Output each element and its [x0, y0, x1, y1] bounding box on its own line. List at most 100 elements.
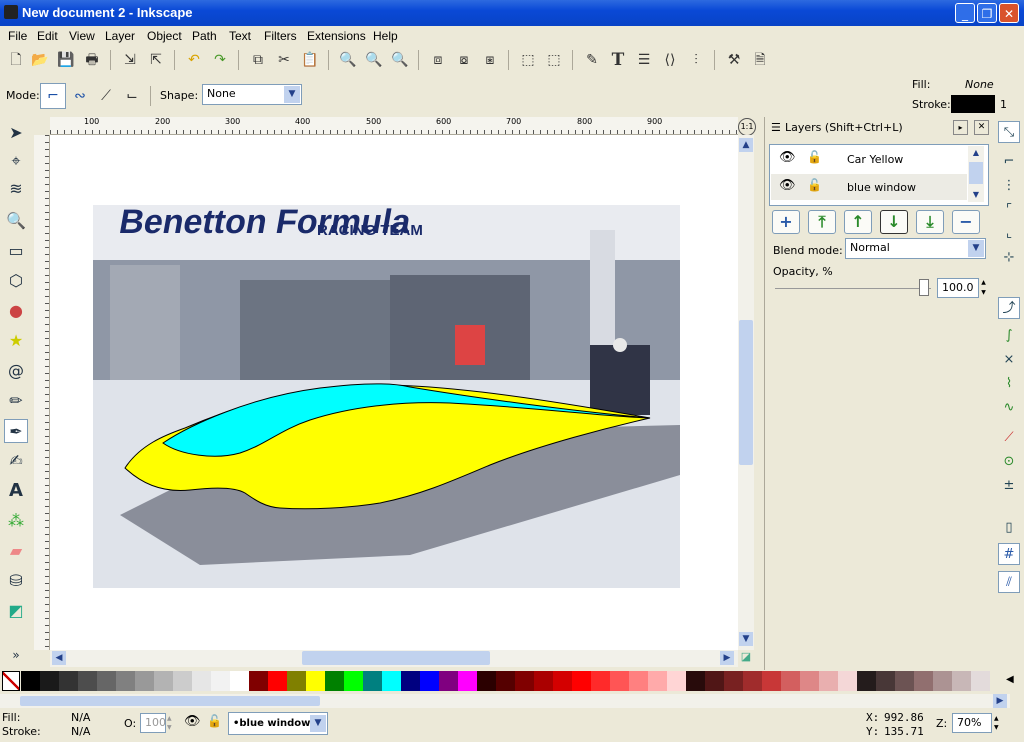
color-swatch[interactable] [534, 671, 553, 691]
snap-cusp-nodes-icon[interactable]: ⌇ [998, 373, 1020, 395]
color-swatch[interactable] [97, 671, 116, 691]
menu-extensions[interactable]: Extensions [307, 29, 366, 43]
snap-centers-icon[interactable]: ⊙ [998, 451, 1020, 473]
snap-grid-icon[interactable]: # [998, 543, 1020, 565]
shape-select[interactable]: None ▼ [202, 84, 302, 105]
status-opacity-input[interactable]: 100 [140, 713, 166, 733]
maximize-button[interactable]: ❐ [977, 3, 997, 23]
color-swatch[interactable] [800, 671, 819, 691]
layer-name[interactable]: Car Yellow [847, 153, 903, 166]
close-button[interactable]: ✕ [999, 3, 1019, 23]
color-swatch[interactable] [325, 671, 344, 691]
box3d-tool-icon[interactable]: ⬡ [4, 269, 28, 293]
color-swatch[interactable] [705, 671, 724, 691]
zoom-page-icon[interactable]: 🔍 [390, 50, 410, 70]
color-swatch[interactable] [553, 671, 572, 691]
snap-bbox-midpoint-icon[interactable]: ⌞ [998, 223, 1020, 245]
color-swatch[interactable] [249, 671, 268, 691]
scroll-up-arrow[interactable]: ▲ [969, 147, 983, 159]
color-swatch[interactable] [914, 671, 933, 691]
zoom-input[interactable]: 70% [952, 713, 992, 733]
vertical-scroll-thumb[interactable] [739, 320, 753, 465]
no-paint-swatch[interactable] [2, 671, 20, 691]
layers-icon[interactable]: ☰ [634, 50, 654, 70]
color-swatch[interactable] [382, 671, 401, 691]
scroll-down-arrow[interactable]: ▼ [969, 189, 983, 201]
color-swatch[interactable] [724, 671, 743, 691]
zoom-drawing-icon[interactable]: 🔍 [364, 50, 384, 70]
snap-bbox-corner-icon[interactable]: ⌜ [998, 199, 1020, 221]
color-swatch[interactable] [743, 671, 762, 691]
pen-tool-icon[interactable]: ✒ [4, 419, 28, 443]
color-swatch[interactable] [21, 671, 40, 691]
menu-object[interactable]: Object [147, 29, 182, 43]
color-swatch[interactable] [496, 671, 515, 691]
color-swatch[interactable] [211, 671, 230, 691]
ungroup-icon[interactable]: ⬚ [544, 50, 564, 70]
color-swatch[interactable] [344, 671, 363, 691]
opacity-slider-handle[interactable] [919, 279, 929, 296]
layer-lock-icon[interactable]: 🔓 [207, 714, 222, 728]
list-scroll-thumb[interactable] [969, 162, 983, 184]
spiro-mode-icon[interactable]: ∾ [70, 86, 90, 106]
paste-icon[interactable]: 📋 [300, 50, 320, 70]
panel-iconify-icon[interactable]: ▸ [953, 120, 968, 135]
straight-mode-icon[interactable]: ⟋ [96, 86, 116, 106]
zoom-selection-icon[interactable]: 🔍 [338, 50, 358, 70]
more-tools-icon[interactable]: » [4, 643, 28, 667]
raise-layer-button[interactable]: ↑ [844, 210, 872, 234]
color-swatch[interactable] [116, 671, 135, 691]
color-swatch[interactable] [230, 671, 249, 691]
eraser-tool-icon[interactable]: ▰ [4, 539, 28, 563]
node-tool-icon[interactable]: ⌖ [4, 149, 28, 173]
new-document-icon[interactable]: 🗋 [6, 50, 26, 70]
redo-icon[interactable]: ↷ [210, 50, 230, 70]
lower-layer-to-bottom-button[interactable]: ⤓ [916, 210, 944, 234]
scroll-down-arrow[interactable]: ▼ [739, 632, 753, 646]
pencil-tool-icon[interactable]: ✏ [4, 389, 28, 413]
stroke-swatch[interactable] [951, 95, 995, 113]
menu-layer[interactable]: Layer [105, 29, 135, 43]
snap-rotation-center-icon[interactable]: ± [998, 475, 1020, 497]
drawing[interactable]: Benetton Formula RACING TEAM [50, 135, 738, 650]
snap-midpoints-icon[interactable]: ⟋ [998, 427, 1020, 449]
cut-icon[interactable]: ✂ [274, 50, 294, 70]
snap-intersections-icon[interactable]: ⨯ [998, 349, 1020, 371]
color-swatch[interactable] [762, 671, 781, 691]
color-swatch[interactable] [363, 671, 382, 691]
snap-bbox-edge-icon[interactable]: ⋮ [998, 175, 1020, 197]
color-swatch[interactable] [135, 671, 154, 691]
canvas[interactable]: Benetton Formula RACING TEAM [50, 135, 738, 650]
scroll-right-arrow[interactable]: ▶ [720, 651, 734, 665]
eye-icon[interactable]: 👁 [779, 150, 796, 165]
lock-icon[interactable]: 🔓 [807, 150, 822, 164]
calligraphy-tool-icon[interactable]: ✍ [4, 449, 28, 473]
scroll-right-arrow[interactable]: ▶ [993, 694, 1007, 708]
snap-enable-icon[interactable]: ⤡ [998, 121, 1020, 143]
palette-menu-icon[interactable]: ◀ [1006, 674, 1014, 685]
horizontal-scrollbar[interactable]: ◀ ▶ [50, 650, 738, 667]
save-icon[interactable]: 💾 [56, 50, 76, 70]
color-swatch[interactable] [648, 671, 667, 691]
vertical-scrollbar[interactable]: ▲ ▼ [738, 135, 754, 650]
ellipse-tool-icon[interactable]: ● [4, 299, 28, 323]
preferences-icon[interactable]: ⚒ [724, 50, 744, 70]
color-swatch[interactable] [838, 671, 857, 691]
palette-scroll-thumb[interactable] [20, 696, 320, 706]
color-swatch[interactable] [439, 671, 458, 691]
color-swatch[interactable] [401, 671, 420, 691]
eye-icon[interactable]: 👁 [779, 178, 796, 193]
add-layer-button[interactable]: + [772, 210, 800, 234]
color-swatch[interactable] [572, 671, 591, 691]
paint-bucket-tool-icon[interactable]: ⛁ [4, 569, 28, 593]
menu-view[interactable]: View [69, 29, 95, 43]
color-swatch[interactable] [629, 671, 648, 691]
color-swatch[interactable] [591, 671, 610, 691]
text-tool-icon[interactable]: A [4, 479, 28, 503]
document-properties-icon[interactable]: 🗎 [750, 50, 770, 70]
raise-layer-to-top-button[interactable]: ⤒ [808, 210, 836, 234]
unlink-clone-icon[interactable]: ⧆ [480, 50, 500, 70]
scroll-left-arrow[interactable]: ◀ [52, 651, 66, 665]
zoom-correction-icon[interactable]: 1:1 [738, 118, 756, 136]
color-swatch[interactable] [173, 671, 192, 691]
